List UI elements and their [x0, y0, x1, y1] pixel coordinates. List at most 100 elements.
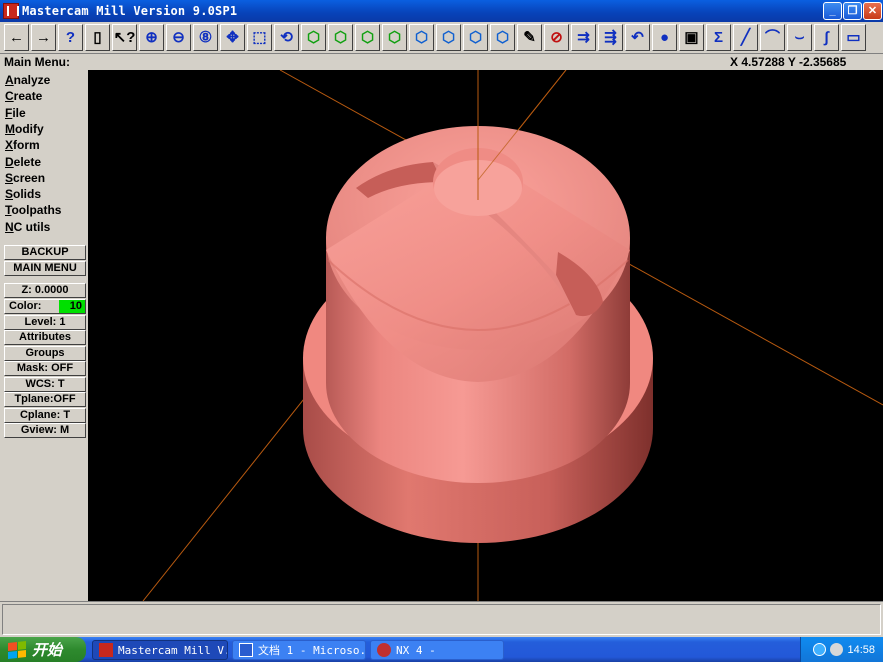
menu-label: elete: [13, 154, 42, 169]
cube-blue-2-button[interactable]: ⬡: [436, 24, 461, 51]
help-button[interactable]: ?: [58, 24, 83, 51]
prompt-field[interactable]: [2, 604, 881, 635]
tplane-button[interactable]: Tplane:OFF: [4, 392, 86, 407]
transform-button[interactable]: ⇉: [571, 24, 596, 51]
fillet-button[interactable]: ⌣: [787, 24, 812, 51]
cube-top-button[interactable]: ⬡: [301, 24, 326, 51]
cube-blue-3-button[interactable]: ⬡: [463, 24, 488, 51]
menu-hotkey: C: [5, 89, 14, 104]
help-icon: ?: [65, 29, 76, 46]
fillet-icon: ⌣: [794, 29, 805, 46]
arc-icon: ⌒: [764, 29, 780, 46]
main-menu-title: Main Menu:: [4, 55, 70, 69]
cplane-button[interactable]: Cplane: T: [4, 408, 86, 423]
undo-button[interactable]: ↶: [625, 24, 650, 51]
menu-hotkey: X: [5, 138, 14, 153]
mastercam-app-icon[interactable]: [3, 3, 19, 19]
arrow-right-icon: →: [36, 29, 51, 46]
layers-icon: ▣: [684, 29, 699, 46]
menu-item-file[interactable]: File: [5, 105, 26, 121]
layers-button[interactable]: ▣: [679, 24, 704, 51]
line-button[interactable]: ╱: [733, 24, 758, 51]
page-button[interactable]: ▯: [85, 24, 110, 51]
menu-item-analyze[interactable]: Analyze: [5, 72, 50, 88]
pointer-help-button[interactable]: ↖?: [112, 24, 137, 51]
start-button[interactable]: 开始: [0, 637, 86, 662]
sigma-button[interactable]: Σ: [706, 24, 731, 51]
start-label: 开始: [32, 642, 63, 659]
menu-item-nc-utils[interactable]: NC utils: [5, 219, 50, 235]
delete-button[interactable]: ⊘: [544, 24, 569, 51]
prompt-area: [0, 601, 883, 637]
arc-button[interactable]: ⌒: [760, 24, 785, 51]
cube-outline-button[interactable]: ⬡: [490, 24, 515, 51]
pan-button[interactable]: ✥: [220, 24, 245, 51]
zoom-box-button[interactable]: ⬚: [247, 24, 272, 51]
backup-button[interactable]: BACKUP: [4, 245, 86, 260]
delete-icon: ⊘: [550, 29, 563, 46]
zoom-8-icon: ⑧: [198, 29, 213, 46]
rotate-view-button[interactable]: ⟲: [274, 24, 299, 51]
transform-color-button[interactable]: ⇶: [598, 24, 623, 51]
attributes-button[interactable]: Attributes: [4, 330, 86, 345]
network-icon[interactable]: [813, 643, 827, 656]
cube-front-button[interactable]: ⬡: [328, 24, 353, 51]
window-title: Mastercam Mill Version 9.0SP1: [22, 4, 238, 18]
zoom-window-button[interactable]: ⊕: [139, 24, 164, 51]
cube-iso-button[interactable]: ⬡: [382, 24, 407, 51]
menu-item-delete[interactable]: Delete: [5, 154, 41, 170]
cube-iso-icon: ⬡: [387, 29, 402, 46]
arrow-right-button[interactable]: →: [31, 24, 56, 51]
volume-icon[interactable]: [830, 643, 844, 656]
sphere-icon: ●: [659, 29, 670, 46]
windows-flag-icon: [8, 640, 26, 659]
main-menu-button[interactable]: MAIN MENU: [4, 261, 86, 276]
menu-item-screen[interactable]: Screen: [5, 170, 45, 186]
task-mastercam[interactable]: Mastercam Mill V...: [92, 640, 228, 660]
gview-button[interactable]: Gview: M: [4, 423, 86, 438]
arrow-left-button[interactable]: ←: [4, 24, 29, 51]
title-bar[interactable]: Mastercam Mill Version 9.0SP1 _ ❐ ✕: [0, 0, 883, 22]
menu-item-modify[interactable]: Modify: [5, 121, 44, 137]
color-button[interactable]: Color: 10: [4, 299, 86, 314]
minimize-button[interactable]: _: [823, 2, 842, 20]
task-word[interactable]: 文档 1 - Microso...: [232, 640, 366, 660]
graphics-viewport[interactable]: [88, 70, 883, 601]
menu-label: reate: [13, 89, 43, 104]
groups-button[interactable]: Groups: [4, 346, 86, 361]
clock: 14:58: [847, 643, 875, 656]
rectangle-icon: ▭: [846, 29, 861, 46]
eraser-button[interactable]: ✎: [517, 24, 542, 51]
menu-label: odify: [15, 121, 44, 136]
spline-button[interactable]: ∫: [814, 24, 839, 51]
cube-side-button[interactable]: ⬡: [355, 24, 380, 51]
menu-hotkey: N: [5, 219, 14, 234]
menu-label: oolpaths: [11, 203, 62, 218]
cube-blue-button[interactable]: ⬡: [409, 24, 434, 51]
mask-button[interactable]: Mask: OFF: [4, 361, 86, 376]
restore-button[interactable]: ❐: [843, 2, 862, 20]
spline-icon: ∫: [824, 29, 829, 46]
level-button[interactable]: Level: 1: [4, 315, 86, 330]
z-depth-button[interactable]: Z: 0.0000: [4, 283, 86, 298]
task-nx[interactable]: NX 4 -: [370, 640, 504, 660]
mastercam-icon: [99, 643, 113, 657]
menu-item-toolpaths[interactable]: Toolpaths: [5, 202, 61, 218]
menu-item-xform[interactable]: Xform: [5, 137, 40, 153]
sphere-button[interactable]: ●: [652, 24, 677, 51]
pointer-help-icon: ↖?: [113, 29, 136, 46]
wcs-button[interactable]: WCS: T: [4, 377, 86, 392]
rectangle-button[interactable]: ▭: [841, 24, 866, 51]
unzoom-button[interactable]: ⊖: [166, 24, 191, 51]
task-label: Mastercam Mill V...: [118, 643, 227, 657]
zoom-8-button[interactable]: ⑧: [193, 24, 218, 51]
task-label: NX 4 -: [396, 643, 436, 657]
eraser-icon: ✎: [523, 29, 536, 46]
page-icon: ▯: [93, 29, 102, 46]
taskbar: 开始 Mastercam Mill V... 文档 1 - Microso...…: [0, 637, 883, 662]
menu-item-create[interactable]: Create: [5, 88, 42, 104]
menu-hotkey: A: [5, 73, 14, 87]
close-button[interactable]: ✕: [863, 2, 882, 20]
menu-item-solids[interactable]: Solids: [5, 186, 41, 202]
unzoom-icon: ⊖: [172, 29, 185, 46]
